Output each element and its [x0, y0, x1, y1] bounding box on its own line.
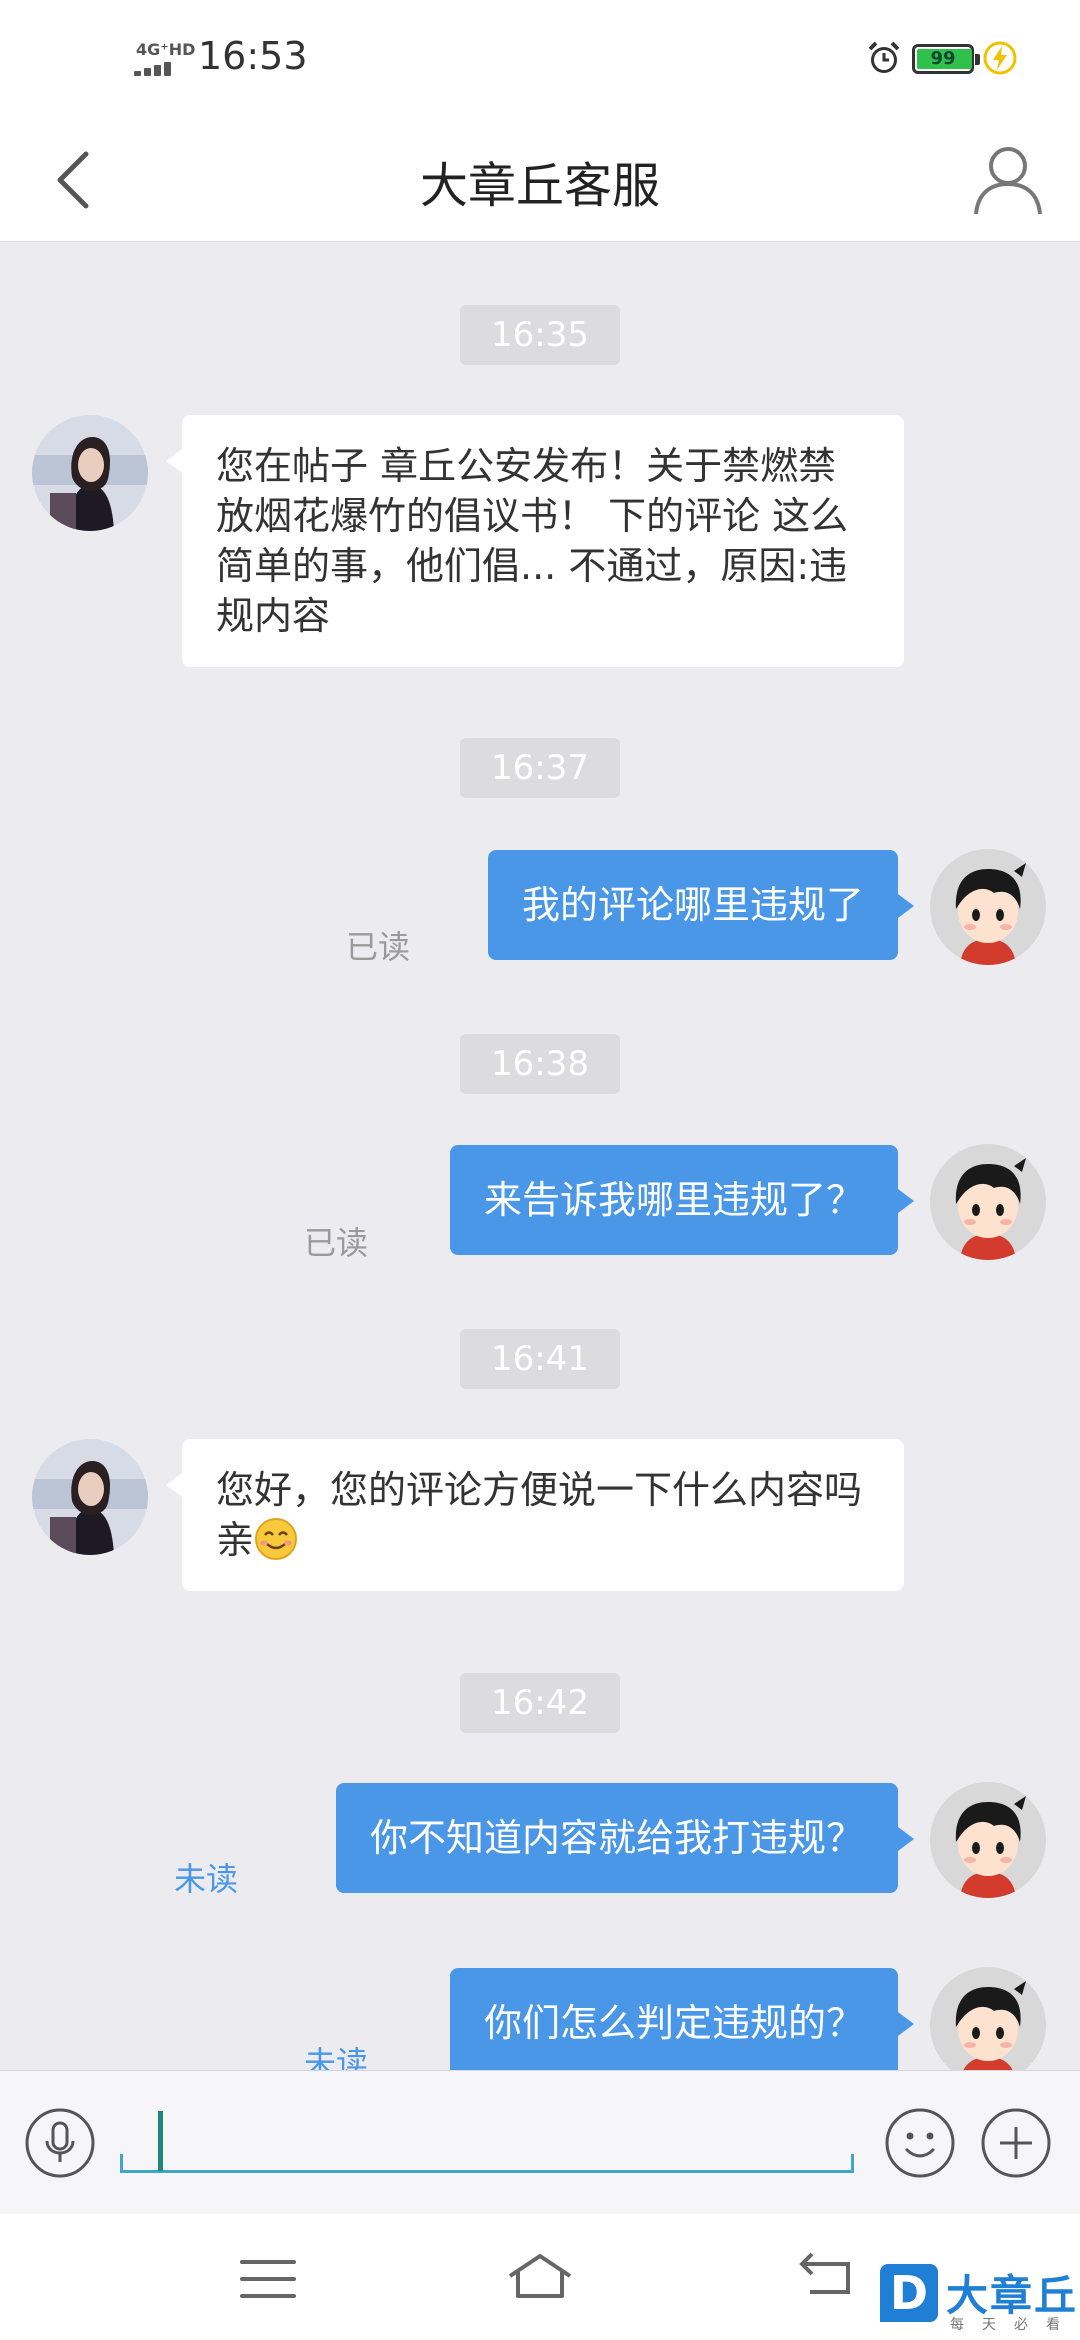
outgoing-message: 来告诉我哪里违规了？ — [449, 1145, 915, 1255]
watermark-subtitle: 每天必看 — [950, 2317, 1078, 2333]
network-type: 4G⁺HD — [136, 40, 196, 59]
outgoing-message: 我的评论哪里违规了 — [487, 850, 915, 960]
battery-percent: 99 — [930, 48, 956, 69]
outgoing-message: 你们怎么判定违规的？ — [449, 1968, 915, 2070]
user-avatar[interactable] — [930, 1144, 1046, 1260]
menu-icon[interactable] — [238, 2256, 298, 2302]
user-avatar[interactable] — [930, 1782, 1046, 1898]
back-arrow-icon[interactable] — [794, 2250, 856, 2300]
message-text: 你们怎么判定违规的？ — [483, 2001, 864, 2045]
timestamp: 16:37 — [460, 738, 620, 798]
page-title: 大章丘客服 — [419, 158, 660, 214]
status-bar: 4G⁺HD 16:53 99 — [0, 0, 1080, 118]
timestamp: 16:38 — [460, 1034, 620, 1094]
user-avatar-image — [930, 1782, 1046, 1898]
user-avatar[interactable] — [930, 1967, 1046, 2070]
message-input[interactable] — [120, 2103, 854, 2173]
clock: 16:53 — [198, 34, 308, 78]
message-text: 你不知道内容就给我打违规？ — [369, 1816, 864, 1860]
plus-icon[interactable] — [980, 2107, 1052, 2179]
timestamp: 16:41 — [460, 1329, 620, 1389]
user-avatar[interactable] — [930, 849, 1046, 965]
read-receipt: 已读 — [345, 928, 410, 966]
app-header: 大章丘客服 — [0, 118, 1080, 242]
charging-icon — [983, 41, 1017, 75]
user-avatar-image — [930, 849, 1046, 965]
message-text: 您好，您的评论方便说一下什么内容吗亲 — [216, 1468, 863, 1562]
emoji-icon[interactable] — [884, 2107, 956, 2179]
unread-receipt: 未读 — [173, 1860, 238, 1898]
agent-avatar[interactable] — [32, 415, 148, 531]
timestamp: 16:35 — [460, 305, 620, 365]
smiling-face-emoji — [255, 1518, 298, 1560]
message-text: 来告诉我哪里违规了？ — [483, 1178, 864, 1222]
network-indicator: 4G⁺HD — [134, 40, 196, 76]
message-text: 您在帖子 章丘公安发布！关于禁燃禁放烟花爆竹的倡议书！ 下的评论 这么简单的事，… — [216, 444, 849, 638]
unread-receipt: 未读 — [303, 2044, 368, 2070]
battery-icon: 99 — [912, 44, 980, 74]
watermark: D 大章丘 每天必看 — [880, 2262, 1080, 2340]
agent-avatar-image — [32, 1439, 148, 1555]
alarm-icon — [868, 41, 900, 73]
text-cursor — [158, 2111, 163, 2171]
profile-icon[interactable] — [966, 136, 1050, 220]
signal-icon — [134, 60, 190, 76]
input-bar — [0, 2070, 1080, 2214]
agent-avatar[interactable] — [32, 1439, 148, 1555]
home-icon[interactable] — [504, 2248, 576, 2304]
agent-avatar-image — [32, 415, 148, 531]
timestamp: 16:42 — [460, 1673, 620, 1733]
user-avatar-image — [930, 1967, 1046, 2070]
chat-area[interactable]: 16:35 您在帖子 章丘公安发布！关于禁燃禁放烟花爆竹的倡议书！ 下的评论 这… — [0, 242, 1080, 2070]
incoming-message: 您好，您的评论方便说一下什么内容吗亲 — [166, 1439, 904, 1591]
read-receipt: 已读 — [303, 1224, 368, 1262]
microphone-icon[interactable] — [24, 2107, 96, 2179]
user-avatar-image — [930, 1144, 1046, 1260]
outgoing-message: 你不知道内容就给我打违规？ — [335, 1783, 915, 1893]
incoming-message: 您在帖子 章丘公安发布！关于禁燃禁放烟花爆竹的倡议书！ 下的评论 这么简单的事，… — [166, 415, 904, 667]
watermark-logo: D — [880, 2264, 938, 2322]
message-text: 我的评论哪里违规了 — [521, 883, 864, 927]
